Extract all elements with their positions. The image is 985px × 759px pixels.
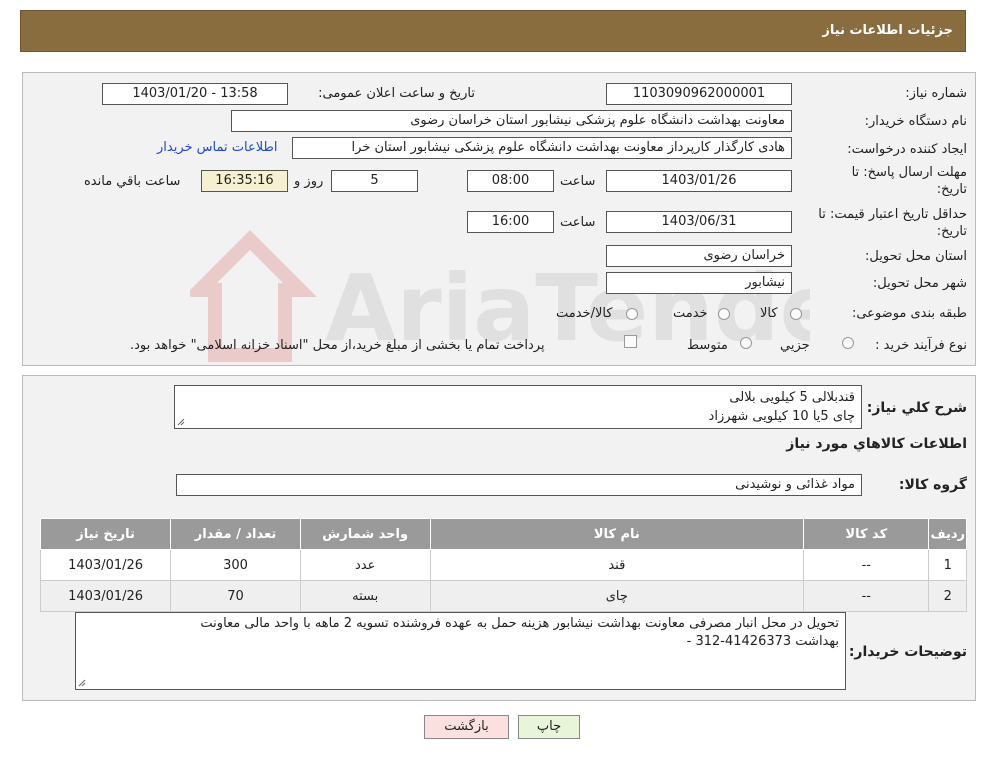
summary-line-2: چای 5یا 10 کیلویی شهرزاد	[708, 409, 855, 424]
cell-row-number: 2	[928, 580, 967, 612]
category-radio-goods[interactable]	[790, 308, 802, 320]
validity-time-field: 16:00	[467, 211, 554, 233]
purchase-radio-medium[interactable]	[740, 337, 752, 349]
category-option-goods: کالا	[760, 306, 778, 321]
cell-name: چای	[429, 580, 805, 612]
cell-row-number: 1	[928, 549, 967, 581]
min-validity-label-date: تاریخ:	[936, 224, 967, 239]
category-radio-both[interactable]	[626, 308, 638, 320]
category-option-both: کالا/خدمت	[556, 306, 613, 321]
cell-code: --	[803, 580, 930, 612]
creator-field: هادی کارگذار کارپرداز معاونت بهداشت دانش…	[292, 137, 792, 159]
summary-line-1: قندبلالی 5 کیلویی بلالی	[729, 390, 855, 405]
buyer-org-label: نام دستگاه خریدار:	[864, 114, 967, 129]
items-title: اطلاعات کالاهاي مورد نیاز	[786, 436, 967, 452]
creator-label: ایجاد کننده درخواست:	[847, 142, 967, 157]
cell-date: 1403/01/26	[39, 580, 172, 612]
min-validity-label: حداقل تاریخ اعتبار قیمت: تا	[818, 207, 967, 222]
group-label: گروه کالا:	[898, 477, 967, 493]
summary-label: شرح کلي نیاز:	[866, 400, 967, 416]
deadline-label-date: تاریخ:	[936, 182, 967, 197]
announce-field: 1403/01/20 - 13:58	[102, 83, 288, 105]
province-field: خراسان رضوی	[606, 245, 792, 267]
remaining-time-field: 16:35:16	[201, 170, 288, 192]
purchase-option-minor: جزیي	[780, 338, 810, 353]
column-header-date: تاریخ نیاز	[39, 518, 172, 550]
deadline-label: مهلت ارسال پاسخ: تا	[851, 165, 967, 180]
purchase-type-label: نوع فرآیند خرید :	[875, 338, 967, 353]
column-header-code: کد کالا	[803, 518, 930, 550]
deadline-date-field: 1403/01/26	[606, 170, 792, 192]
items-table: ردیف کد کالا نام کالا واحد شمارش تعداد /…	[39, 518, 967, 612]
treasury-note: پرداخت تمام یا بخشی از مبلغ خرید،از محل …	[130, 338, 545, 353]
cell-name: قند	[429, 549, 805, 581]
need-number-label: شماره نیاز:	[905, 86, 967, 101]
cell-date: 1403/01/26	[39, 549, 172, 581]
resize-grip-icon[interactable]	[177, 418, 185, 426]
buyer-notes-label: توضیحات خریدار:	[848, 644, 967, 660]
days-field: 5	[331, 170, 418, 192]
validity-date-field: 1403/06/31	[606, 211, 792, 233]
days-label: روز و	[294, 174, 324, 189]
cell-unit: عدد	[299, 549, 431, 581]
validity-time-label: ساعت	[560, 215, 596, 230]
need-number-field: 1103090962000001	[606, 83, 792, 105]
page-title: جزئیات اطلاعات نیاز	[822, 23, 953, 38]
column-header-name: نام کالا	[429, 518, 805, 550]
summary-textarea[interactable]: قندبلالی 5 کیلویی بلالی چای 5یا 10 کیلوی…	[174, 385, 862, 429]
table-header-row: ردیف کد کالا نام کالا واحد شمارش تعداد /…	[39, 518, 967, 550]
buyer-contact-link[interactable]: اطلاعات تماس خریدار	[157, 140, 277, 155]
column-header-row-number: ردیف	[928, 518, 967, 550]
back-button[interactable]: بازگشت	[424, 715, 509, 739]
purchase-radio-minor[interactable]	[842, 337, 854, 349]
column-header-quantity: تعداد / مقدار	[170, 518, 301, 550]
city-label: شهر محل تحویل:	[872, 276, 967, 291]
buyer-notes-textarea[interactable]: تحویل در محل انبار مصرفی معاونت بهداشت ن…	[75, 612, 846, 690]
cell-unit: بسته	[299, 580, 431, 612]
table-row: 2 -- چای بسته 70 1403/01/26	[39, 580, 967, 612]
page-header: جزئیات اطلاعات نیاز	[20, 10, 966, 52]
purchase-option-medium: متوسط	[687, 338, 728, 353]
column-header-unit: واحد شمارش	[299, 518, 431, 550]
cell-quantity: 300	[170, 549, 301, 581]
resize-grip-icon[interactable]	[78, 679, 86, 687]
deadline-time-label: ساعت	[560, 174, 596, 189]
print-button[interactable]: چاپ	[518, 715, 580, 739]
remaining-label: ساعت باقي مانده	[84, 174, 181, 189]
treasury-checkbox[interactable]	[624, 335, 637, 348]
category-radio-service[interactable]	[718, 308, 730, 320]
cell-code: --	[803, 549, 930, 581]
table-row: 1 -- قند عدد 300 1403/01/26	[39, 549, 967, 581]
province-label: استان محل تحویل:	[865, 249, 967, 264]
buyer-notes-line-2: بهداشت 41426373-312 -	[686, 634, 839, 649]
cell-quantity: 70	[170, 580, 301, 612]
buyer-org-field: معاونت بهداشت دانشگاه علوم پزشکی نیشابور…	[231, 110, 792, 132]
category-label: طبقه بندی موضوعی:	[851, 306, 967, 321]
category-option-service: خدمت	[673, 306, 708, 321]
announce-label: تاریخ و ساعت اعلان عمومی:	[318, 86, 475, 101]
deadline-time-field: 08:00	[467, 170, 554, 192]
city-field: نیشابور	[606, 272, 792, 294]
buyer-notes-line-1: تحویل در محل انبار مصرفی معاونت بهداشت ن…	[200, 616, 839, 631]
group-field: مواد غذائی و نوشیدنی	[176, 474, 862, 496]
